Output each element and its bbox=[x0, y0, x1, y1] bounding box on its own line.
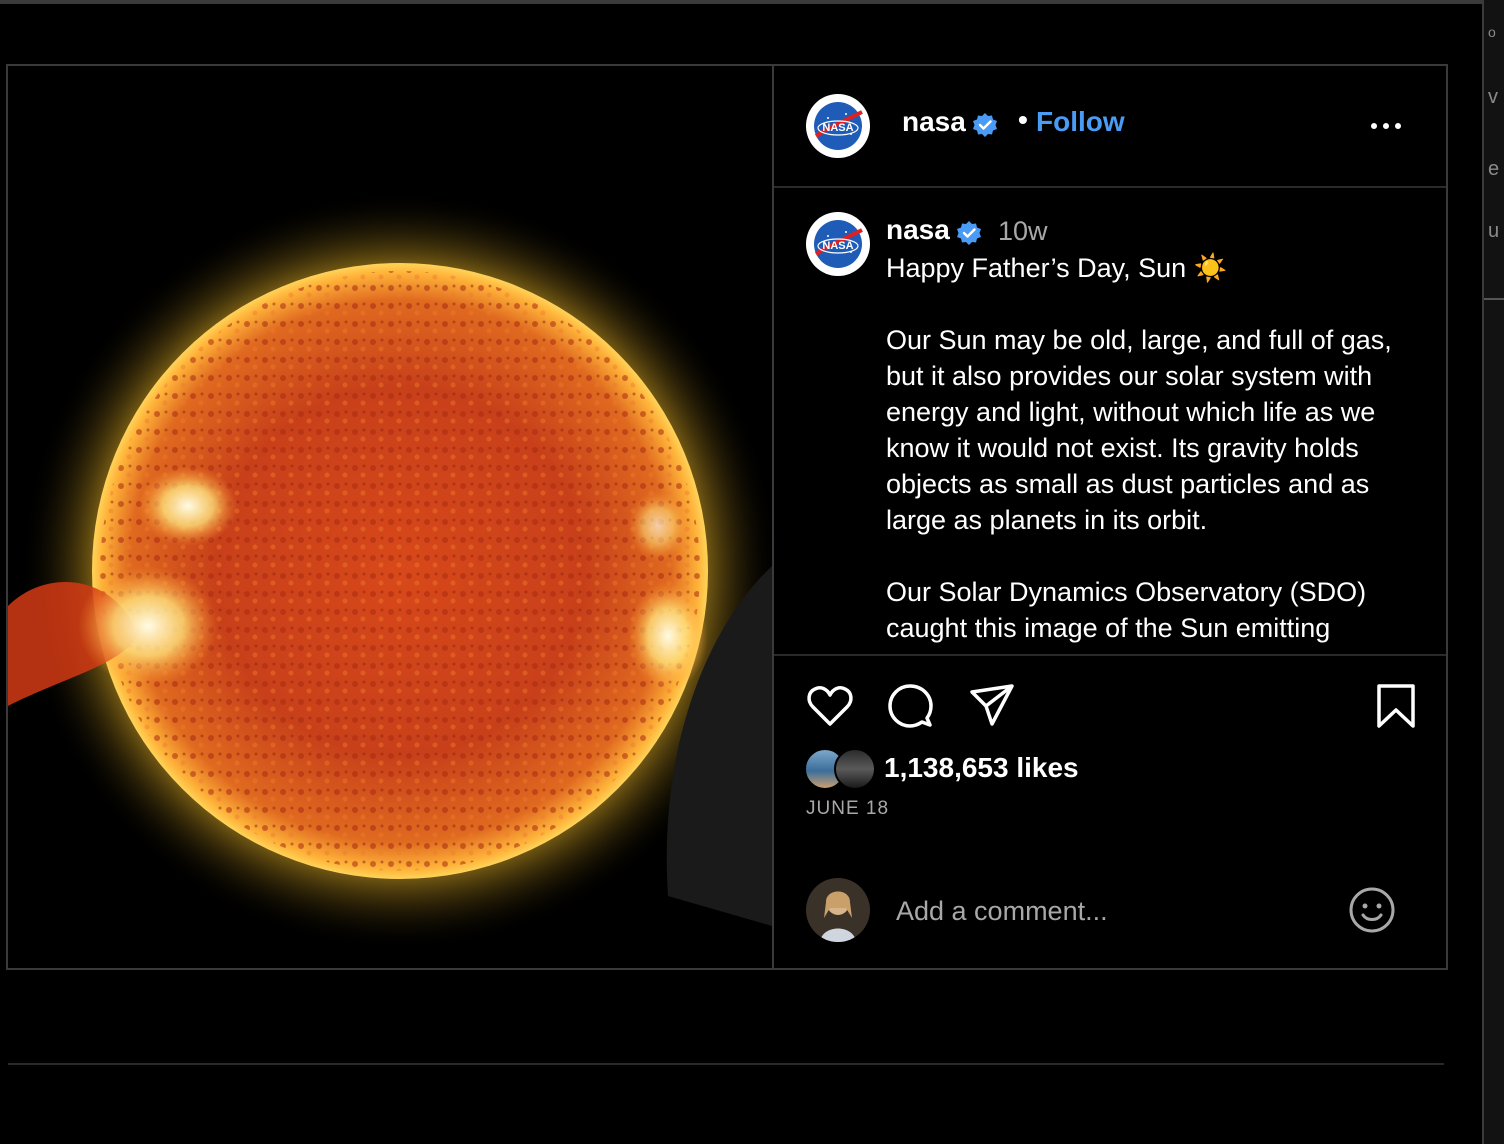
separator-dot: • bbox=[1018, 104, 1028, 135]
background-text-fragment: o bbox=[1488, 24, 1496, 40]
follow-button[interactable]: Follow bbox=[1036, 106, 1125, 138]
post-sidebar: NASA nasa • Follow NASA nasa 10w Happy F… bbox=[774, 66, 1446, 968]
sun-image bbox=[8, 66, 772, 968]
header-username[interactable]: nasa bbox=[902, 106, 966, 138]
caption-text: Happy Father’s Day, Sun ☀️ Our Sun may b… bbox=[886, 253, 1392, 643]
background-divider bbox=[1484, 298, 1504, 300]
verified-badge-icon bbox=[957, 221, 981, 245]
page-divider bbox=[8, 1063, 1444, 1065]
share-icon[interactable] bbox=[966, 680, 1018, 732]
add-comment-input[interactable] bbox=[894, 882, 1318, 940]
liker-avatar bbox=[834, 748, 876, 790]
background-text-fragment: e bbox=[1488, 158, 1500, 180]
verified-badge-icon bbox=[973, 113, 997, 137]
post-actions: 1,138,653 likes JUNE 18 bbox=[774, 654, 1446, 970]
svg-text:NASA: NASA bbox=[822, 240, 853, 252]
caption-nasa-avatar[interactable]: NASA bbox=[806, 212, 870, 276]
caption-username[interactable]: nasa bbox=[886, 214, 950, 246]
post-date[interactable]: JUNE 18 bbox=[806, 798, 889, 820]
user-photo bbox=[806, 878, 870, 942]
heart-icon[interactable] bbox=[804, 680, 856, 732]
bookmark-icon[interactable] bbox=[1370, 680, 1422, 732]
window-top-border bbox=[0, 0, 1504, 4]
likes-count[interactable]: 1,138,653 likes bbox=[884, 752, 1079, 784]
nasa-logo: NASA bbox=[814, 102, 863, 150]
background-text-fragment: v bbox=[1488, 86, 1498, 108]
background-text-fragment: u bbox=[1488, 220, 1500, 242]
liker-avatars[interactable] bbox=[804, 748, 876, 790]
emoji-icon[interactable] bbox=[1346, 884, 1398, 936]
post-dialog: NASA nasa • Follow NASA nasa 10w Happy F… bbox=[6, 64, 1448, 970]
post-image[interactable] bbox=[8, 66, 772, 968]
post-caption: NASA nasa 10w Happy Father’s Day, Sun ☀️… bbox=[774, 188, 1446, 654]
svg-text:NASA: NASA bbox=[822, 122, 853, 134]
background-window-edge: o v e u bbox=[1482, 0, 1504, 1144]
post-header: NASA nasa • Follow bbox=[774, 66, 1446, 188]
post-time-ago[interactable]: 10w bbox=[998, 216, 1048, 247]
current-user-avatar bbox=[806, 878, 870, 942]
comment-icon[interactable] bbox=[884, 680, 936, 732]
nasa-logo: NASA bbox=[814, 220, 863, 268]
more-icon[interactable] bbox=[1366, 106, 1406, 146]
nasa-avatar[interactable]: NASA bbox=[806, 94, 870, 158]
